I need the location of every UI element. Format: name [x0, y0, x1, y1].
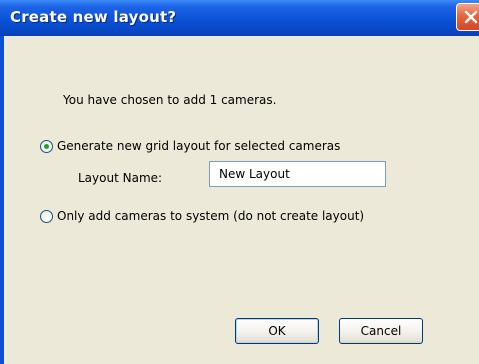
- layout-name-input[interactable]: [209, 161, 386, 187]
- radio-selected-dot: [44, 144, 49, 149]
- dialog-body: [4, 36, 479, 364]
- dialog-window: Create new layout? You have chosen to ad…: [0, 0, 479, 364]
- option-add-cameras-only-label[interactable]: Only add cameras to system (do not creat…: [57, 209, 364, 223]
- title-bar[interactable]: Create new layout?: [0, 0, 479, 36]
- option-generate-layout-label[interactable]: Generate new grid layout for selected ca…: [57, 139, 340, 153]
- layout-name-label: Layout Name:: [78, 171, 163, 185]
- close-button[interactable]: [456, 3, 479, 31]
- radio-generate-layout[interactable]: [40, 140, 53, 153]
- close-icon: [464, 10, 478, 24]
- ok-button[interactable]: OK: [235, 318, 319, 344]
- radio-add-cameras-only[interactable]: [40, 210, 53, 223]
- cancel-button[interactable]: Cancel: [339, 318, 423, 344]
- dialog-title: Create new layout?: [10, 8, 177, 26]
- info-message: You have chosen to add 1 cameras.: [63, 93, 277, 107]
